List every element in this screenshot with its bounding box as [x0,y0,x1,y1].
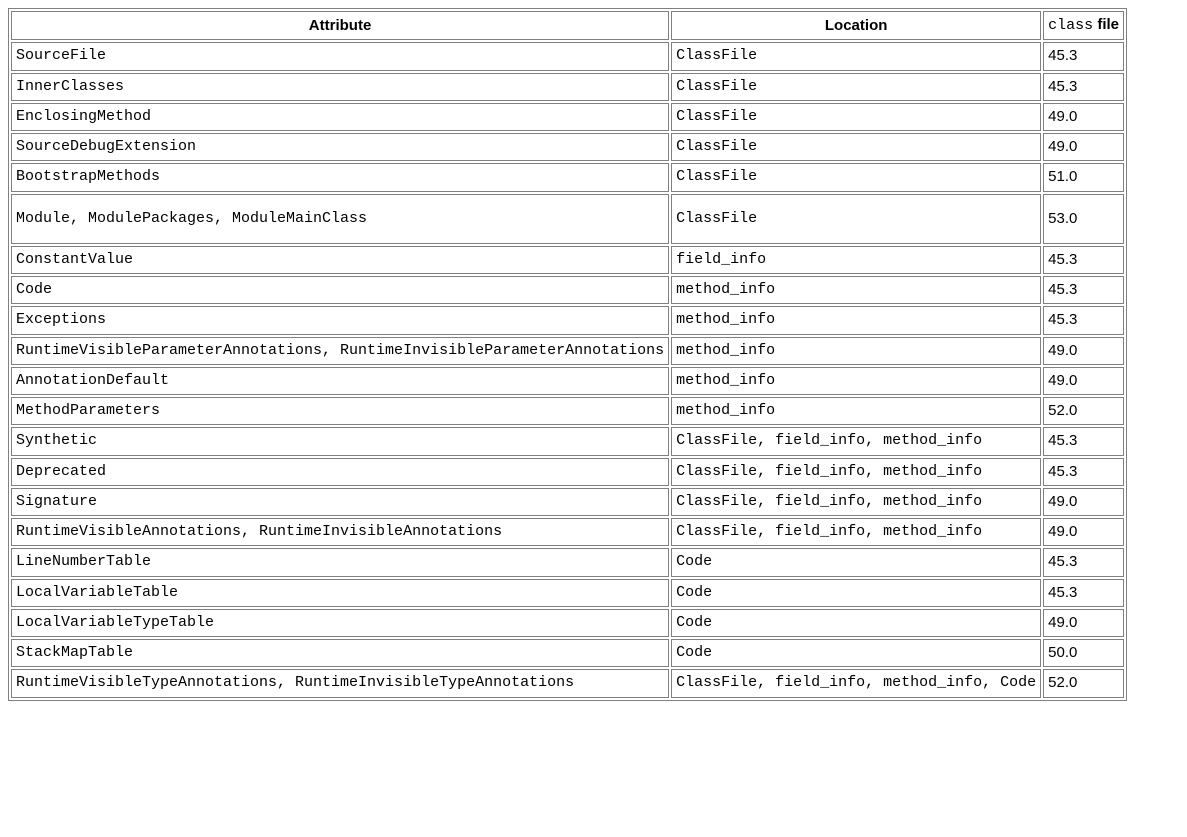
table-row: Module, ModulePackages, ModuleMainClassC… [11,194,1124,244]
cell-attribute: LocalVariableTable [11,579,669,607]
table-row: SourceFileClassFile45.3 [11,42,1124,70]
cell-attribute: Signature [11,488,669,516]
cell-attribute: LocalVariableTypeTable [11,609,669,637]
header-location: Location [671,11,1041,40]
cell-classfile-version: 45.3 [1043,458,1124,486]
cell-classfile-version: 45.3 [1043,73,1124,101]
header-classfile-file: file [1093,16,1119,33]
table-row: MethodParametersmethod_info52.0 [11,397,1124,425]
cell-attribute: RuntimeVisibleAnnotations, RuntimeInvisi… [11,518,669,546]
cell-location: ClassFile [671,133,1041,161]
table-row: InnerClassesClassFile45.3 [11,73,1124,101]
cell-location: ClassFile, field_info, method_info [671,458,1041,486]
cell-classfile-version: 45.3 [1043,276,1124,304]
cell-location: method_info [671,367,1041,395]
cell-attribute: SourceDebugExtension [11,133,669,161]
cell-attribute: LineNumberTable [11,548,669,576]
cell-location: ClassFile, field_info, method_info, Code [671,669,1041,697]
cell-classfile-version: 49.0 [1043,133,1124,161]
table-body: SourceFileClassFile45.3InnerClassesClass… [11,42,1124,697]
table-row: LocalVariableTableCode45.3 [11,579,1124,607]
cell-classfile-version: 49.0 [1043,488,1124,516]
cell-classfile-version: 45.3 [1043,548,1124,576]
cell-attribute: InnerClasses [11,73,669,101]
cell-classfile-version: 45.3 [1043,246,1124,274]
cell-attribute: RuntimeVisibleParameterAnnotations, Runt… [11,337,669,365]
cell-attribute: MethodParameters [11,397,669,425]
table-row: DeprecatedClassFile, field_info, method_… [11,458,1124,486]
cell-location: method_info [671,276,1041,304]
cell-location: ClassFile [671,73,1041,101]
header-attribute: Attribute [11,11,669,40]
table-row: Exceptionsmethod_info45.3 [11,306,1124,334]
cell-classfile-version: 49.0 [1043,337,1124,365]
table-row: RuntimeVisibleTypeAnnotations, RuntimeIn… [11,669,1124,697]
table-header-row: Attribute Location class file [11,11,1124,40]
cell-attribute: Module, ModulePackages, ModuleMainClass [11,194,669,244]
cell-attribute: RuntimeVisibleTypeAnnotations, RuntimeIn… [11,669,669,697]
table-row: SourceDebugExtensionClassFile49.0 [11,133,1124,161]
cell-attribute: StackMapTable [11,639,669,667]
cell-classfile-version: 49.0 [1043,518,1124,546]
table-row: SignatureClassFile, field_info, method_i… [11,488,1124,516]
cell-location: field_info [671,246,1041,274]
cell-location: ClassFile, field_info, method_info [671,488,1041,516]
cell-attribute: BootstrapMethods [11,163,669,191]
table-row: RuntimeVisibleAnnotations, RuntimeInvisi… [11,518,1124,546]
cell-classfile-version: 45.3 [1043,579,1124,607]
cell-classfile-version: 53.0 [1043,194,1124,244]
cell-location: method_info [671,306,1041,334]
cell-location: Code [671,609,1041,637]
table-row: AnnotationDefaultmethod_info49.0 [11,367,1124,395]
cell-classfile-version: 45.3 [1043,306,1124,334]
cell-location: ClassFile [671,103,1041,131]
cell-classfile-version: 49.0 [1043,103,1124,131]
cell-classfile-version: 45.3 [1043,42,1124,70]
cell-location: Code [671,548,1041,576]
cell-location: Code [671,639,1041,667]
cell-attribute: Exceptions [11,306,669,334]
cell-location: Code [671,579,1041,607]
header-classfile-code: class [1048,17,1093,34]
cell-attribute: AnnotationDefault [11,367,669,395]
cell-classfile-version: 51.0 [1043,163,1124,191]
table-row: StackMapTableCode50.0 [11,639,1124,667]
cell-location: ClassFile [671,194,1041,244]
cell-classfile-version: 49.0 [1043,367,1124,395]
cell-classfile-version: 45.3 [1043,427,1124,455]
attributes-table: Attribute Location class file SourceFile… [8,8,1127,701]
cell-location: method_info [671,337,1041,365]
cell-classfile-version: 50.0 [1043,639,1124,667]
cell-location: ClassFile [671,42,1041,70]
table-row: ConstantValuefield_info45.3 [11,246,1124,274]
cell-attribute: Code [11,276,669,304]
header-classfile: class file [1043,11,1124,40]
cell-classfile-version: 49.0 [1043,609,1124,637]
cell-attribute: ConstantValue [11,246,669,274]
table-row: Codemethod_info45.3 [11,276,1124,304]
cell-location: ClassFile, field_info, method_info [671,518,1041,546]
cell-location: method_info [671,397,1041,425]
cell-location: ClassFile, field_info, method_info [671,427,1041,455]
table-row: SyntheticClassFile, field_info, method_i… [11,427,1124,455]
cell-classfile-version: 52.0 [1043,397,1124,425]
table-row: BootstrapMethodsClassFile51.0 [11,163,1124,191]
cell-classfile-version: 52.0 [1043,669,1124,697]
table-row: LocalVariableTypeTableCode49.0 [11,609,1124,637]
cell-location: ClassFile [671,163,1041,191]
cell-attribute: EnclosingMethod [11,103,669,131]
cell-attribute: SourceFile [11,42,669,70]
table-row: EnclosingMethodClassFile49.0 [11,103,1124,131]
cell-attribute: Synthetic [11,427,669,455]
table-row: RuntimeVisibleParameterAnnotations, Runt… [11,337,1124,365]
table-row: LineNumberTableCode45.3 [11,548,1124,576]
cell-attribute: Deprecated [11,458,669,486]
